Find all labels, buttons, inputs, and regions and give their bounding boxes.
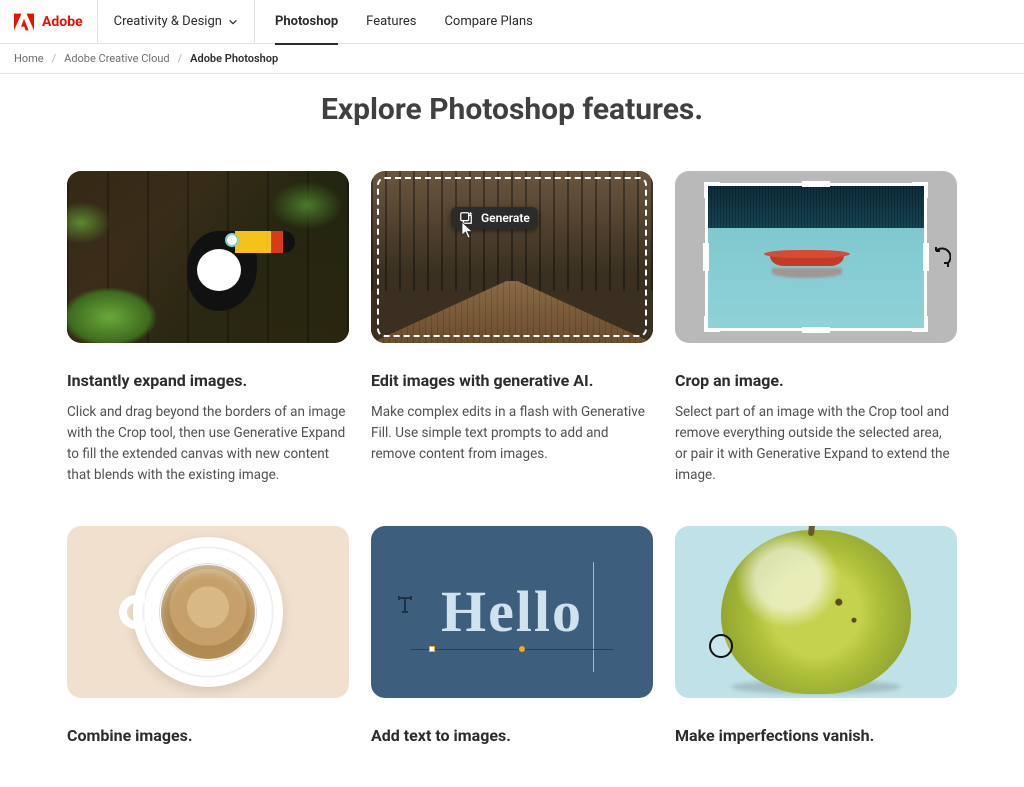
nav-creativity-design[interactable]: Creativity & Design <box>98 0 255 43</box>
adobe-logo-text: Adobe <box>42 14 83 30</box>
cursor-icon <box>461 221 475 239</box>
feature-thumb-remove-imperfections[interactable] <box>675 526 957 698</box>
feature-thumb-crop-image[interactable] <box>675 171 957 343</box>
feature-card-expand-images: Instantly expand images. Click and drag … <box>67 171 349 486</box>
crop-handle-left <box>703 243 709 271</box>
feature-card-crop-image: Crop an image. Select part of an image w… <box>675 171 957 486</box>
chevron-down-icon <box>228 17 238 27</box>
crop-corner-tl <box>704 182 720 198</box>
feature-card-generative-ai: Generate Edit images with generative AI.… <box>371 171 653 486</box>
feature-card-combine-images: Combine images. <box>67 526 349 757</box>
feature-card-remove-imperfections: Make imperfections vanish. <box>675 526 957 757</box>
feature-title: Crop an image. <box>675 371 957 390</box>
features-grid: Instantly expand images. Click and drag … <box>0 171 1024 787</box>
breadcrumb: Home / Adobe Creative Cloud / Adobe Phot… <box>0 44 1024 74</box>
crop-corner-bl <box>704 316 720 332</box>
breadcrumb-separator: / <box>52 52 57 65</box>
nav-dropdown-label: Creativity & Design <box>114 14 222 29</box>
top-bar: Adobe Creativity & Design Photoshop Feat… <box>0 0 1024 44</box>
crop-handle-right <box>923 243 929 271</box>
feature-thumb-add-text[interactable]: Hello <box>371 526 653 698</box>
breadcrumb-current: Adobe Photoshop <box>190 52 278 65</box>
feature-title: Add text to images. <box>371 726 653 745</box>
crop-corner-br <box>912 316 928 332</box>
crop-handle-top <box>802 181 830 187</box>
text-caret <box>593 562 594 672</box>
feature-body: Click and drag beyond the borders of an … <box>67 402 349 486</box>
feature-title: Make imperfections vanish. <box>675 726 957 745</box>
feature-thumb-expand-images[interactable] <box>67 171 349 343</box>
text-baseline <box>411 649 613 650</box>
feature-title: Instantly expand images. <box>67 371 349 390</box>
sample-text: Hello <box>441 578 583 645</box>
feature-body: Select part of an image with the Crop to… <box>675 402 957 486</box>
adobe-logo[interactable]: Adobe <box>0 0 98 43</box>
product-tabs: Photoshop Features Compare Plans <box>255 0 553 43</box>
feature-body: Make complex edits in a flash with Gener… <box>371 402 653 465</box>
crop-corner-tr <box>912 182 928 198</box>
text-anchor <box>519 646 525 652</box>
text-anchor <box>429 646 435 652</box>
rotate-icon <box>933 245 951 269</box>
feature-thumb-generative-ai[interactable]: Generate <box>371 171 653 343</box>
tab-photoshop[interactable]: Photoshop <box>275 0 338 44</box>
feature-card-add-text: Hello Add text to images. <box>371 526 653 757</box>
page-title: Explore Photoshop features. <box>0 92 1024 127</box>
crop-frame <box>705 183 927 331</box>
tab-compare-plans[interactable]: Compare Plans <box>444 0 532 44</box>
breadcrumb-creative-cloud[interactable]: Adobe Creative Cloud <box>64 52 169 65</box>
adobe-logo-icon <box>14 13 34 31</box>
feature-thumb-combine-images[interactable] <box>67 526 349 698</box>
healing-brush-cursor-icon <box>709 634 733 658</box>
crop-handle-bottom <box>802 327 830 333</box>
breadcrumb-separator: / <box>178 52 183 65</box>
feature-title: Combine images. <box>67 726 349 745</box>
generate-label: Generate <box>481 211 530 225</box>
breadcrumb-home[interactable]: Home <box>14 52 44 65</box>
feature-title: Edit images with generative AI. <box>371 371 653 390</box>
type-tool-icon <box>393 592 417 616</box>
tab-features[interactable]: Features <box>366 0 416 44</box>
